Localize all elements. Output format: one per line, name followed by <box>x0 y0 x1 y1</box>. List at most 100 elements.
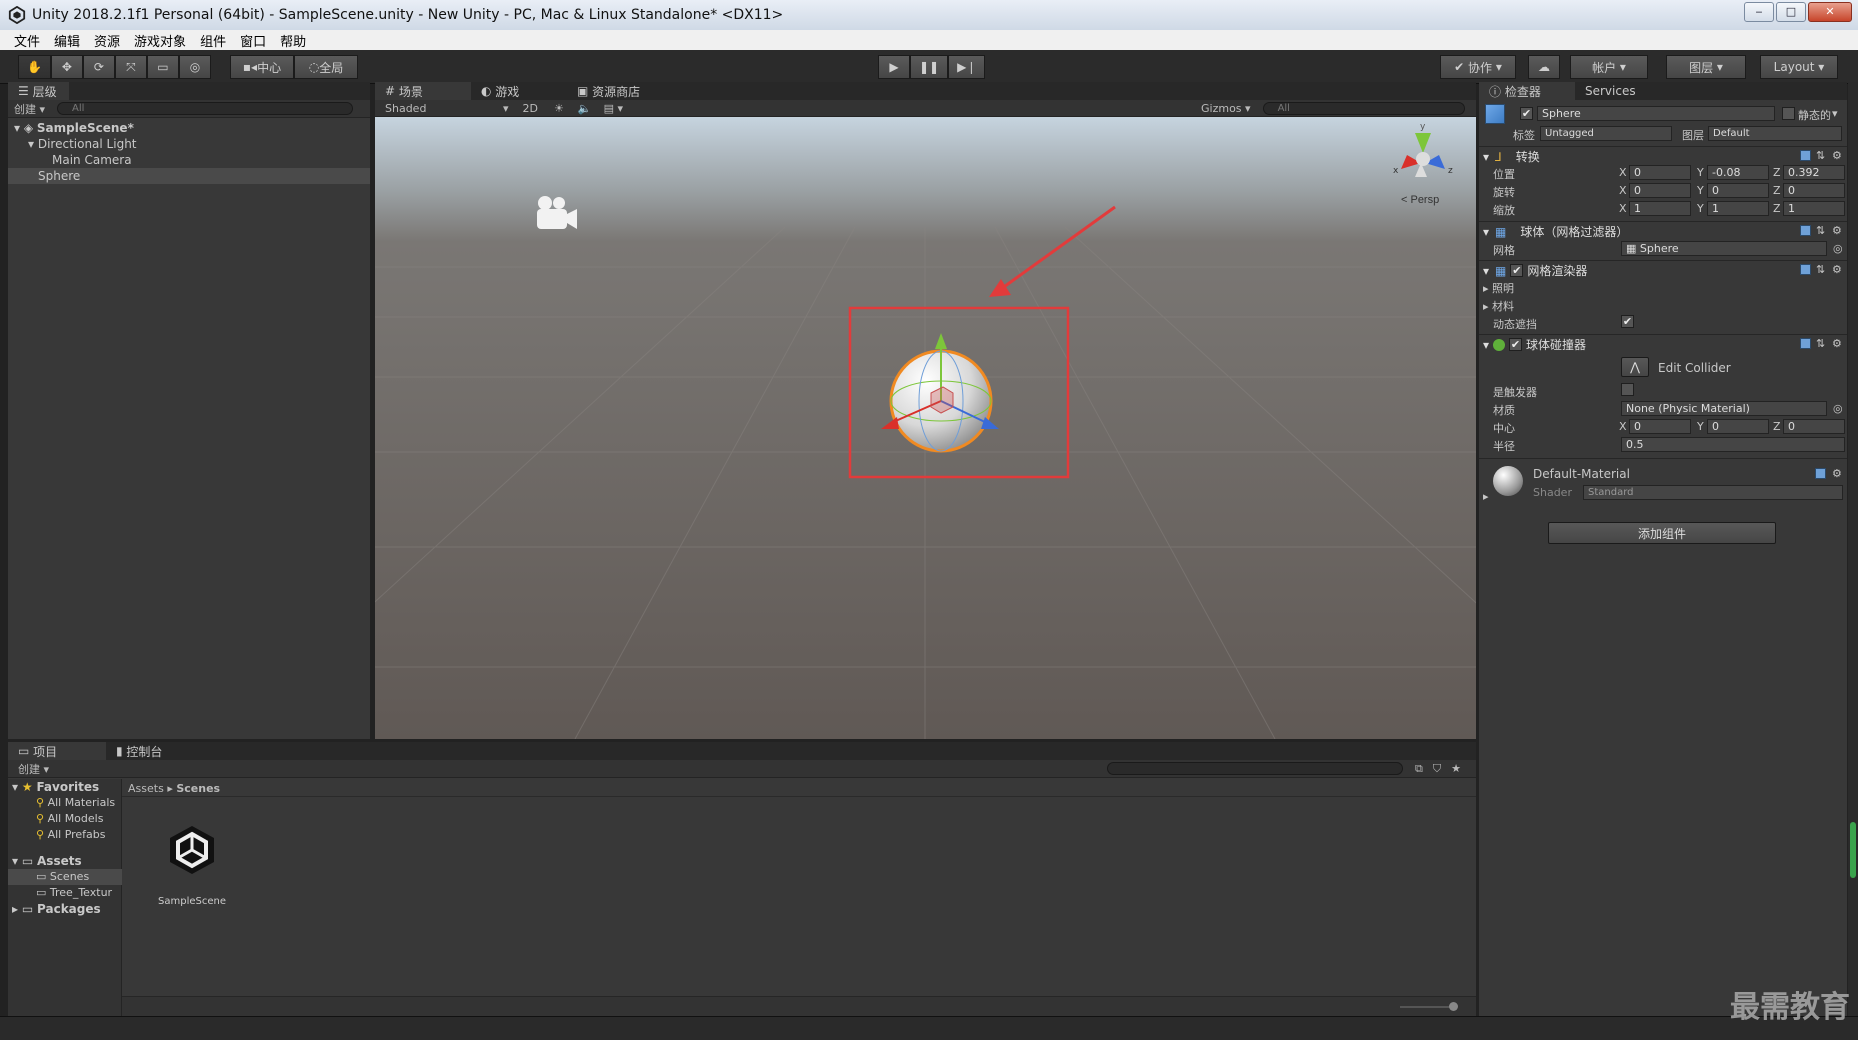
sample-scene-asset[interactable]: SampleScene <box>152 822 232 907</box>
packages-folder-item[interactable]: ▸ ▭ Packages <box>8 901 122 917</box>
global-toggle[interactable]: ◌ 全局 <box>294 55 358 79</box>
scale-x-field[interactable]: 1 <box>1629 201 1691 216</box>
lighting-toggle-icon[interactable]: ☀ <box>554 102 564 115</box>
sphere-collider-enabled-checkbox[interactable]: ✔ <box>1509 338 1523 351</box>
scale-y-field[interactable]: 1 <box>1707 201 1769 216</box>
layout-dropdown[interactable]: Layout ▾ <box>1760 55 1838 79</box>
menu-window[interactable]: 窗口 <box>240 31 266 50</box>
icon-size-slider-handle[interactable] <box>1449 1002 1458 1011</box>
assets-folder-item[interactable]: ▾ ▭ Assets <box>8 853 122 869</box>
icon-size-slider[interactable] <box>1400 1006 1456 1008</box>
center-y-field[interactable]: 0 <box>1707 419 1769 434</box>
hierarchy-item-main-camera[interactable]: Main Camera <box>8 152 370 168</box>
position-z-field[interactable]: 0.392 <box>1783 165 1845 180</box>
cloud-button[interactable]: ☁ <box>1528 55 1560 79</box>
object-picker-icon[interactable]: ◎ <box>1833 242 1843 255</box>
menu-edit[interactable]: 编辑 <box>54 31 80 50</box>
tab-game[interactable]: ◐ 游戏 <box>471 82 567 100</box>
step-button[interactable]: ▶❘ <box>948 55 986 79</box>
effects-dropdown-icon[interactable]: ▤ ▾ <box>604 102 623 115</box>
gear-icon[interactable]: ⚙ <box>1832 263 1842 276</box>
rotation-y-field[interactable]: 0 <box>1707 183 1769 198</box>
shader-dropdown[interactable]: Standard <box>1583 485 1843 500</box>
active-checkbox[interactable]: ✔ <box>1520 107 1533 120</box>
play-button[interactable]: ▶ <box>878 55 910 79</box>
preset-icon[interactable]: ⇅ <box>1816 149 1825 162</box>
menu-component[interactable]: 组件 <box>200 31 226 50</box>
object-name-input[interactable]: Sphere <box>1537 106 1775 121</box>
shading-mode-dropdown[interactable]: Shaded <box>385 102 495 115</box>
rotation-x-field[interactable]: 0 <box>1629 183 1691 198</box>
rect-tool-button[interactable]: ▭ <box>146 55 179 79</box>
materials-foldout[interactable]: ▸ 材料 <box>1483 298 1514 314</box>
tab-scene[interactable]: # 场景 <box>375 82 471 100</box>
tab-services[interactable]: Services <box>1575 82 1671 100</box>
scale-z-field[interactable]: 1 <box>1783 201 1845 216</box>
account-dropdown[interactable]: 帐户 ▾ <box>1570 55 1648 79</box>
mesh-renderer-enabled-checkbox[interactable]: ✔ <box>1510 264 1524 277</box>
help-icon[interactable] <box>1800 150 1811 161</box>
tab-project[interactable]: ▭ 项目 <box>8 742 106 760</box>
minimize-button[interactable]: ‒ <box>1744 2 1774 22</box>
position-x-field[interactable]: 0 <box>1629 165 1691 180</box>
hand-tool-button[interactable]: ✋ <box>18 55 51 79</box>
2d-toggle[interactable]: 2D <box>523 102 538 115</box>
tag-dropdown[interactable]: Untagged <box>1540 126 1672 141</box>
filter-type-icon[interactable]: ⧉ <box>1415 762 1423 776</box>
mesh-field[interactable]: ▦ Sphere <box>1621 241 1827 256</box>
filter-label-icon[interactable]: ⛉ <box>1433 762 1441 776</box>
preset-icon[interactable]: ⇅ <box>1816 337 1825 350</box>
tree-textures-folder-item[interactable]: ▭ Tree_Textur <box>8 885 122 901</box>
side-scrollbar-thumb[interactable] <box>1850 822 1856 878</box>
menu-gameobject[interactable]: 游戏对象 <box>134 31 186 50</box>
preset-icon[interactable]: ⇅ <box>1816 263 1825 276</box>
rotation-z-field[interactable]: 0 <box>1783 183 1845 198</box>
hierarchy-create-button[interactable]: 创建 ▾ <box>14 101 45 117</box>
gear-icon[interactable]: ⚙ <box>1832 224 1842 237</box>
object-picker-icon[interactable]: ◎ <box>1833 402 1843 415</box>
project-search-input[interactable] <box>1107 762 1404 775</box>
static-dropdown-arrow-icon[interactable]: ▾ <box>1832 107 1838 120</box>
transform-header[interactable]: ▾ ⅃ 转换 <box>1479 146 1847 166</box>
dynamic-occluded-checkbox[interactable]: ✔ <box>1621 315 1634 328</box>
help-icon[interactable] <box>1800 338 1811 349</box>
scene-root-item[interactable]: ▾ ◈ SampleScene* <box>8 120 370 136</box>
center-z-field[interactable]: 0 <box>1783 419 1845 434</box>
scale-tool-button[interactable]: ⤧ <box>114 55 147 79</box>
hierarchy-item-directional-light[interactable]: ▾ Directional Light <box>8 136 370 152</box>
radius-field[interactable]: 0.5 <box>1621 437 1845 452</box>
scene-viewport[interactable]: y x z < Persp <box>375 117 1476 739</box>
project-create-button[interactable]: 创建 ▾ <box>18 761 49 777</box>
layers-dropdown[interactable]: 图层 ▾ <box>1666 55 1746 79</box>
gear-icon[interactable]: ⚙ <box>1832 467 1842 480</box>
material-foldout-arrow-icon[interactable]: ▸ <box>1483 490 1489 503</box>
scene-search-input[interactable]: All <box>1262 101 1465 115</box>
scenes-folder-item[interactable]: ▭ Scenes <box>8 869 122 885</box>
menu-help[interactable]: 帮助 <box>280 31 306 50</box>
lighting-foldout[interactable]: ▸ 照明 <box>1483 280 1514 296</box>
tab-asset-store[interactable]: ▣ 资源商店 <box>567 82 677 100</box>
help-icon[interactable] <box>1800 225 1811 236</box>
hierarchy-item-sphere[interactable]: Sphere <box>8 168 370 184</box>
move-tool-button[interactable]: ✥ <box>50 55 83 79</box>
breadcrumb-scenes[interactable]: Scenes <box>176 782 220 795</box>
add-component-button[interactable]: 添加组件 <box>1548 522 1776 544</box>
mesh-renderer-header[interactable]: ▾ ▦ ✔ 网格渲染器 <box>1479 260 1847 280</box>
tab-hierarchy[interactable]: ☰ 层级 <box>8 82 69 100</box>
collider-material-field[interactable]: None (Physic Material) <box>1621 401 1827 416</box>
help-icon[interactable] <box>1815 468 1826 479</box>
gizmos-dropdown[interactable]: Gizmos ▾ <box>1201 102 1251 115</box>
menu-file[interactable]: 文件 <box>14 31 40 50</box>
menu-assets[interactable]: 资源 <box>94 31 120 50</box>
rotate-tool-button[interactable]: ⟳ <box>82 55 115 79</box>
static-checkbox[interactable] <box>1782 107 1795 120</box>
preset-icon[interactable]: ⇅ <box>1816 224 1825 237</box>
layer-dropdown[interactable]: Default <box>1708 126 1842 141</box>
maximize-button[interactable]: □ <box>1776 2 1806 22</box>
favorite-all-prefabs[interactable]: ⚲ All Prefabs <box>8 827 122 843</box>
favorite-star-icon[interactable]: ★ <box>1451 762 1461 775</box>
favorite-all-models[interactable]: ⚲ All Models <box>8 811 122 827</box>
favorites-item[interactable]: ▾ ★ Favorites <box>8 779 122 795</box>
center-x-field[interactable]: 0 <box>1629 419 1691 434</box>
sphere-collider-header[interactable]: ▾ ✔ 球体碰撞器 <box>1479 334 1847 354</box>
